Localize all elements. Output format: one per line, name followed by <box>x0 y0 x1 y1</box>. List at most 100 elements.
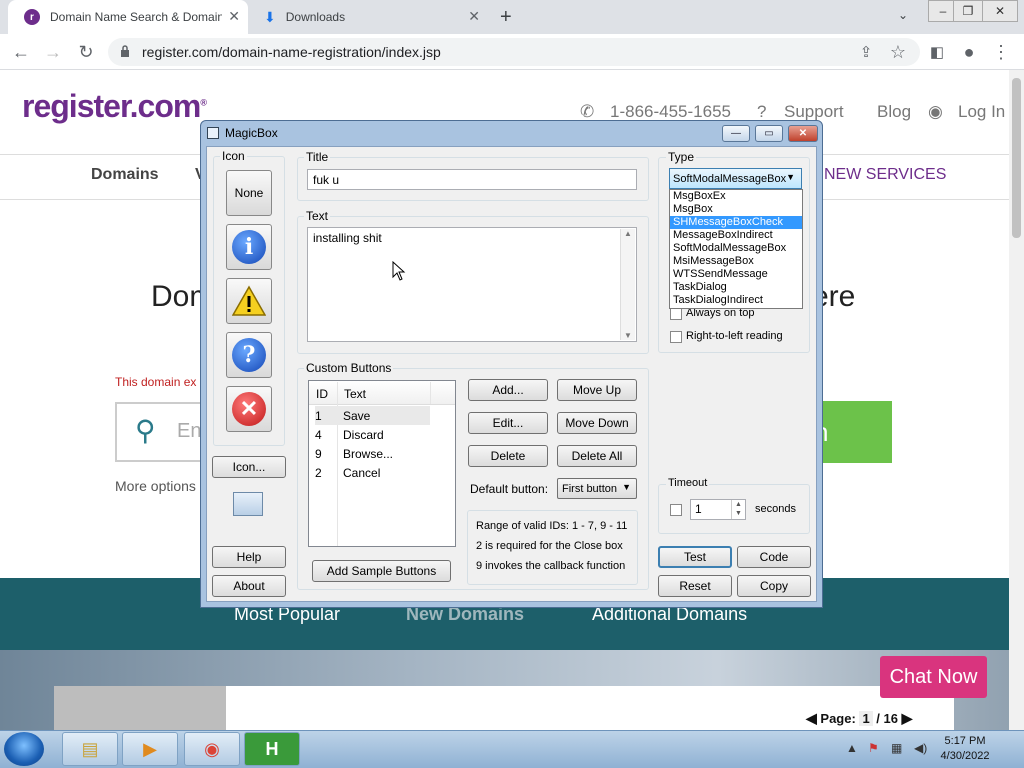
nav-new-services[interactable]: NEW SERVICES <box>824 166 946 184</box>
magicbox-taskbar-icon[interactable]: H <box>244 732 300 766</box>
column-header-text[interactable]: Text <box>344 387 366 401</box>
timeout-spinner[interactable]: ▲ ▼ <box>731 500 745 519</box>
type-dropdown[interactable]: SoftModalMessageBox ▼ <box>669 168 802 189</box>
prev-page-arrow-icon[interactable]: ◀ <box>806 710 817 726</box>
network-icon[interactable]: ▦ <box>891 741 902 755</box>
close-window-button[interactable]: ✕ <box>982 0 1018 22</box>
volume-icon[interactable]: ◀) <box>914 741 927 755</box>
profile-avatar-icon[interactable]: ● <box>956 40 982 64</box>
preview-window-icon[interactable] <box>233 492 263 516</box>
blog-link[interactable]: Blog <box>877 102 911 122</box>
code-button[interactable]: Code <box>737 546 811 568</box>
seconds-label: seconds <box>755 503 796 515</box>
move-up-button[interactable]: Move Up <box>557 379 637 401</box>
bookmark-star-icon[interactable]: ☆ <box>885 40 911 64</box>
scrollbar-thumb[interactable] <box>1012 78 1021 238</box>
side-panel-icon[interactable]: ◧ <box>924 40 950 64</box>
title-input[interactable]: fuk u <box>307 169 637 190</box>
dropdown-arrow-icon: ▼ <box>622 482 631 492</box>
icon-question-button[interactable]: ? <box>226 332 272 378</box>
tray-expand-icon[interactable]: ▲ <box>846 741 858 755</box>
explorer-taskbar-icon[interactable]: ▤ <box>62 732 118 766</box>
copy-button[interactable]: Copy <box>737 575 811 597</box>
login-link[interactable]: Log In <box>958 102 1005 122</box>
dialog-maximize-button[interactable]: ▭ <box>755 125 783 142</box>
forward-arrow-icon[interactable]: → <box>40 40 66 64</box>
edit-button[interactable]: Edit... <box>468 412 548 434</box>
add-button[interactable]: Add... <box>468 379 548 401</box>
type-option[interactable]: TaskDialogIndirect <box>670 294 802 307</box>
next-page-arrow-icon[interactable]: ▶ <box>902 710 913 726</box>
timeout-checkbox[interactable] <box>670 504 682 516</box>
table-row[interactable]: 2 Cancel <box>315 463 430 482</box>
logo-registered-mark: ® <box>200 97 207 108</box>
type-option[interactable]: MsgBoxEx <box>670 190 802 203</box>
reset-button[interactable]: Reset <box>658 575 732 597</box>
back-arrow-icon[interactable]: ← <box>8 40 34 64</box>
media-player-taskbar-icon[interactable]: ▶ <box>122 732 178 766</box>
address-bar[interactable]: register.com/domain-name-registration/in… <box>108 38 920 66</box>
tab-title: Domain Name Search & Domain <box>50 10 222 24</box>
start-button[interactable] <box>4 732 44 766</box>
table-row[interactable]: 4 Discard <box>315 425 430 444</box>
system-clock[interactable]: 5:17 PM 4/30/2022 <box>930 734 1000 764</box>
test-button[interactable]: Test <box>658 546 732 568</box>
column-header-id[interactable]: ID <box>316 387 328 401</box>
dialog-close-button[interactable]: ✕ <box>788 125 818 142</box>
logo-text: register.com <box>22 88 201 124</box>
lock-icon[interactable] <box>120 45 130 57</box>
add-sample-buttons-button[interactable]: Add Sample Buttons <box>312 560 451 582</box>
site-logo[interactable]: register.com® <box>22 88 207 125</box>
table-row[interactable]: 9 Browse... <box>315 444 430 463</box>
icon-warning-button[interactable] <box>226 278 272 324</box>
close-tab-icon[interactable]: ✕ <box>228 8 240 25</box>
action-center-icon[interactable]: ⚑ <box>868 741 879 755</box>
tab-search-icon[interactable]: ⌄ <box>898 8 908 22</box>
nav-domains[interactable]: Domains <box>91 166 159 184</box>
new-tab-button[interactable]: + <box>500 6 512 29</box>
help-button[interactable]: Help <box>212 546 286 568</box>
delete-label: Delete <box>490 449 526 463</box>
delete-all-button[interactable]: Delete All <box>557 445 637 467</box>
phone-number[interactable]: 1-866-455-1655 <box>610 102 731 122</box>
close-tab-icon[interactable]: ✕ <box>468 8 480 25</box>
default-button-select[interactable]: First button ▼ <box>557 478 637 499</box>
type-option[interactable]: MsgBox <box>670 203 802 216</box>
scroll-down-arrow-icon[interactable]: ▼ <box>621 331 635 340</box>
type-option[interactable]: SoftModalMessageBox <box>670 242 802 255</box>
always-on-top-checkbox[interactable] <box>670 308 682 320</box>
move-down-label: Move Down <box>565 416 629 430</box>
row-text: Discard <box>343 427 384 442</box>
icon-browse-button[interactable]: Icon... <box>212 456 286 478</box>
tab-domain-search[interactable]: r Domain Name Search & Domain ✕ <box>8 0 248 34</box>
table-row[interactable]: 1 Save <box>315 406 430 425</box>
scroll-up-arrow-icon[interactable]: ▲ <box>621 229 635 238</box>
restore-window-button[interactable]: ❐ <box>953 0 983 22</box>
rtl-reading-checkbox[interactable] <box>670 331 682 343</box>
card-image <box>54 686 226 730</box>
about-button[interactable]: About <box>212 575 286 597</box>
type-option[interactable]: MessageBoxIndirect <box>670 229 802 242</box>
dialog-minimize-button[interactable]: — <box>722 125 750 142</box>
about-label: About <box>233 579 265 593</box>
icon-none-button[interactable]: None <box>226 170 272 216</box>
delete-button[interactable]: Delete <box>468 445 548 467</box>
text-textarea[interactable]: installing shit <box>307 227 637 342</box>
reload-icon[interactable]: ↻ <box>73 40 99 64</box>
tab-downloads[interactable]: ⬇ Downloads ✕ <box>248 0 488 34</box>
type-option[interactable]: WTSSendMessage <box>670 268 802 281</box>
icon-error-button[interactable]: ✕ <box>226 386 272 432</box>
type-option[interactable]: TaskDialog <box>670 281 802 294</box>
type-option[interactable]: MsiMessageBox <box>670 255 802 268</box>
menu-dots-icon[interactable]: ⋮ <box>988 40 1014 64</box>
icon-info-button[interactable]: i <box>226 224 272 270</box>
textarea-scrollbar[interactable]: ▲ ▼ <box>620 229 635 340</box>
chat-now-button[interactable]: Chat Now <box>880 656 987 698</box>
share-icon[interactable]: ⇪ <box>853 40 879 64</box>
more-options-link[interactable]: More options <box>115 478 196 494</box>
icon-browse-label: Icon... <box>232 460 266 474</box>
move-down-button[interactable]: Move Down <box>557 412 637 434</box>
type-option-highlighted[interactable]: SHMessageBoxCheck <box>670 216 802 229</box>
support-link[interactable]: Support <box>784 102 844 122</box>
chrome-taskbar-icon[interactable]: ◉ <box>184 732 240 766</box>
